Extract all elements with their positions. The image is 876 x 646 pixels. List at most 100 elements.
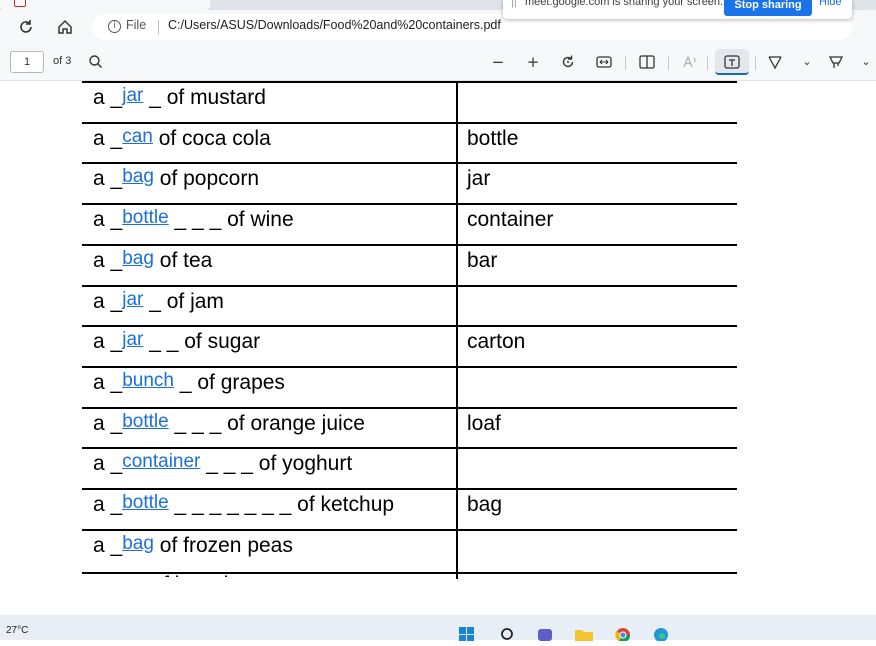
blank-line-trail: _ _ _	[206, 452, 253, 476]
drag-handle-icon[interactable]: ||	[511, 0, 517, 8]
table-row-phrase: a _bag of tea	[93, 248, 213, 274]
toolbar-divider	[668, 56, 669, 70]
handwritten-answer[interactable]: jar	[122, 289, 143, 310]
toolbar-divider	[625, 56, 626, 70]
row-article: a	[93, 167, 105, 191]
container-word: carton	[467, 330, 526, 354]
url-text[interactable]: C:/Users/ASUS/Downloads/Food%20and%20con…	[168, 18, 501, 32]
table-row-phrase: a _bottle _ _ _ of orange juice	[93, 411, 365, 437]
blank-line: _	[110, 370, 123, 394]
handwritten-answer[interactable]: jar	[122, 329, 143, 350]
stop-sharing-button[interactable]: Stop sharing	[724, 0, 812, 16]
share-message: meet.google.com is sharing your screen.	[525, 0, 724, 8]
blank-line: _	[110, 493, 123, 516]
row-phrase: of orange juice	[227, 411, 365, 435]
refresh-icon[interactable]	[15, 16, 37, 38]
row-article: a	[93, 452, 105, 476]
highlight-icon[interactable]	[826, 52, 846, 72]
zoom-out-icon[interactable]: −	[488, 52, 508, 72]
toolbar-divider	[755, 56, 756, 70]
edge-icon[interactable]	[650, 625, 672, 642]
fit-width-icon[interactable]	[594, 52, 614, 72]
table-row-phrase: a _jar _ _ of sugar	[93, 329, 261, 355]
handwritten-answer[interactable]: bag	[122, 248, 154, 269]
chevron-down-icon[interactable]: ⌄	[797, 52, 817, 72]
row-phrase: of tea	[159, 248, 213, 272]
page-number-input[interactable]: 1	[10, 51, 44, 73]
row-phrase: of popcorn	[159, 167, 260, 191]
handwritten-answer[interactable]: bag	[122, 533, 154, 554]
table-row-border	[82, 284, 737, 287]
hide-button[interactable]: Hide	[819, 0, 842, 8]
blank-line: _	[110, 411, 123, 435]
text-icon[interactable]	[722, 52, 742, 72]
toolbar-divider	[707, 56, 708, 70]
container-word: bag	[467, 493, 503, 516]
info-icon[interactable]: i	[108, 20, 121, 33]
row-phrase: of mustard	[166, 86, 266, 109]
handwritten-answer[interactable]: bottle	[122, 492, 168, 513]
container-word: loaf	[467, 411, 501, 435]
table-row-phrase: a _bunch _ of grapes	[93, 370, 285, 396]
table-row-border	[82, 121, 737, 124]
blank-line: _	[110, 452, 123, 476]
pdf-toolbar: 1 of 3 − + ⌄ ⌄	[0, 44, 876, 81]
table-row-phrase: a _bottle _ _ _ of wine	[93, 207, 294, 233]
row-article: a	[93, 248, 105, 272]
folder-icon[interactable]	[573, 625, 595, 641]
handwritten-answer[interactable]: can	[122, 126, 153, 147]
table-row-phrase: a _bag of popcorn	[93, 166, 260, 192]
container-word: bottle	[467, 126, 519, 150]
table-row-phrase: a _can of coca cola	[93, 126, 271, 152]
page-view-icon[interactable]	[637, 52, 657, 72]
table-row-phrase: a _bottle _ _ _ _ _ _ _ of ketchup	[93, 492, 394, 518]
container-word: jar	[467, 167, 491, 191]
cut-off-row: a ___ of bread	[93, 573, 229, 596]
tab-active[interactable]	[0, 0, 210, 10]
weather-temperature[interactable]: 27°C	[6, 625, 28, 636]
teams-icon[interactable]	[535, 625, 557, 641]
read-aloud-icon[interactable]	[680, 52, 700, 72]
row-phrase: of grapes	[197, 370, 285, 394]
table-row-border	[82, 162, 737, 165]
handwritten-answer[interactable]: bag	[122, 166, 154, 187]
table-row-border	[82, 243, 737, 246]
row-article: a	[93, 208, 105, 232]
row-article: a	[93, 493, 105, 516]
blank-line: _	[110, 167, 123, 191]
blank-line-trail: _ _ _	[174, 411, 222, 435]
taskbar: 27°C	[0, 615, 876, 643]
blank-line: _	[110, 533, 123, 557]
blank-line: _	[110, 126, 123, 150]
chrome-icon[interactable]	[612, 625, 634, 643]
search-icon[interactable]	[86, 52, 106, 72]
page-total: of 3	[53, 55, 72, 67]
row-phrase: of jam	[166, 289, 224, 313]
handwritten-answer[interactable]: bottle	[122, 207, 168, 228]
home-icon[interactable]	[54, 16, 76, 38]
row-article: a	[93, 330, 105, 354]
blank-line: _	[110, 289, 123, 313]
blank-line: _	[110, 248, 123, 272]
blank-line-trail: _	[149, 289, 161, 313]
row-phrase: of frozen peas	[159, 533, 293, 557]
container-word: bar	[467, 248, 498, 272]
rotate-icon[interactable]	[558, 52, 578, 72]
search-icon[interactable]	[497, 625, 519, 641]
pdf-page[interactable]: a _jar _ of mustard a _can of coca cola bo…	[0, 81, 876, 615]
chevron-down-icon[interactable]: ⌄	[856, 52, 876, 72]
container-word: container	[467, 208, 554, 232]
handwritten-answer[interactable]: bottle	[122, 411, 168, 432]
handwritten-answer[interactable]: container	[122, 451, 200, 472]
zoom-in-icon[interactable]: +	[523, 52, 543, 72]
start-icon[interactable]	[457, 625, 479, 641]
table-row-border	[82, 447, 737, 450]
blank-line-trail: _ _ _	[174, 208, 222, 232]
blank-line: _	[110, 330, 123, 354]
blank-line: _	[110, 86, 123, 109]
handwritten-answer[interactable]: jar	[122, 85, 143, 106]
draw-icon[interactable]	[765, 52, 785, 72]
handwritten-answer[interactable]: bunch	[122, 370, 174, 391]
screen-share-banner: || meet.google.com is sharing your scree…	[503, 0, 852, 19]
row-phrase: of sugar	[184, 330, 261, 354]
